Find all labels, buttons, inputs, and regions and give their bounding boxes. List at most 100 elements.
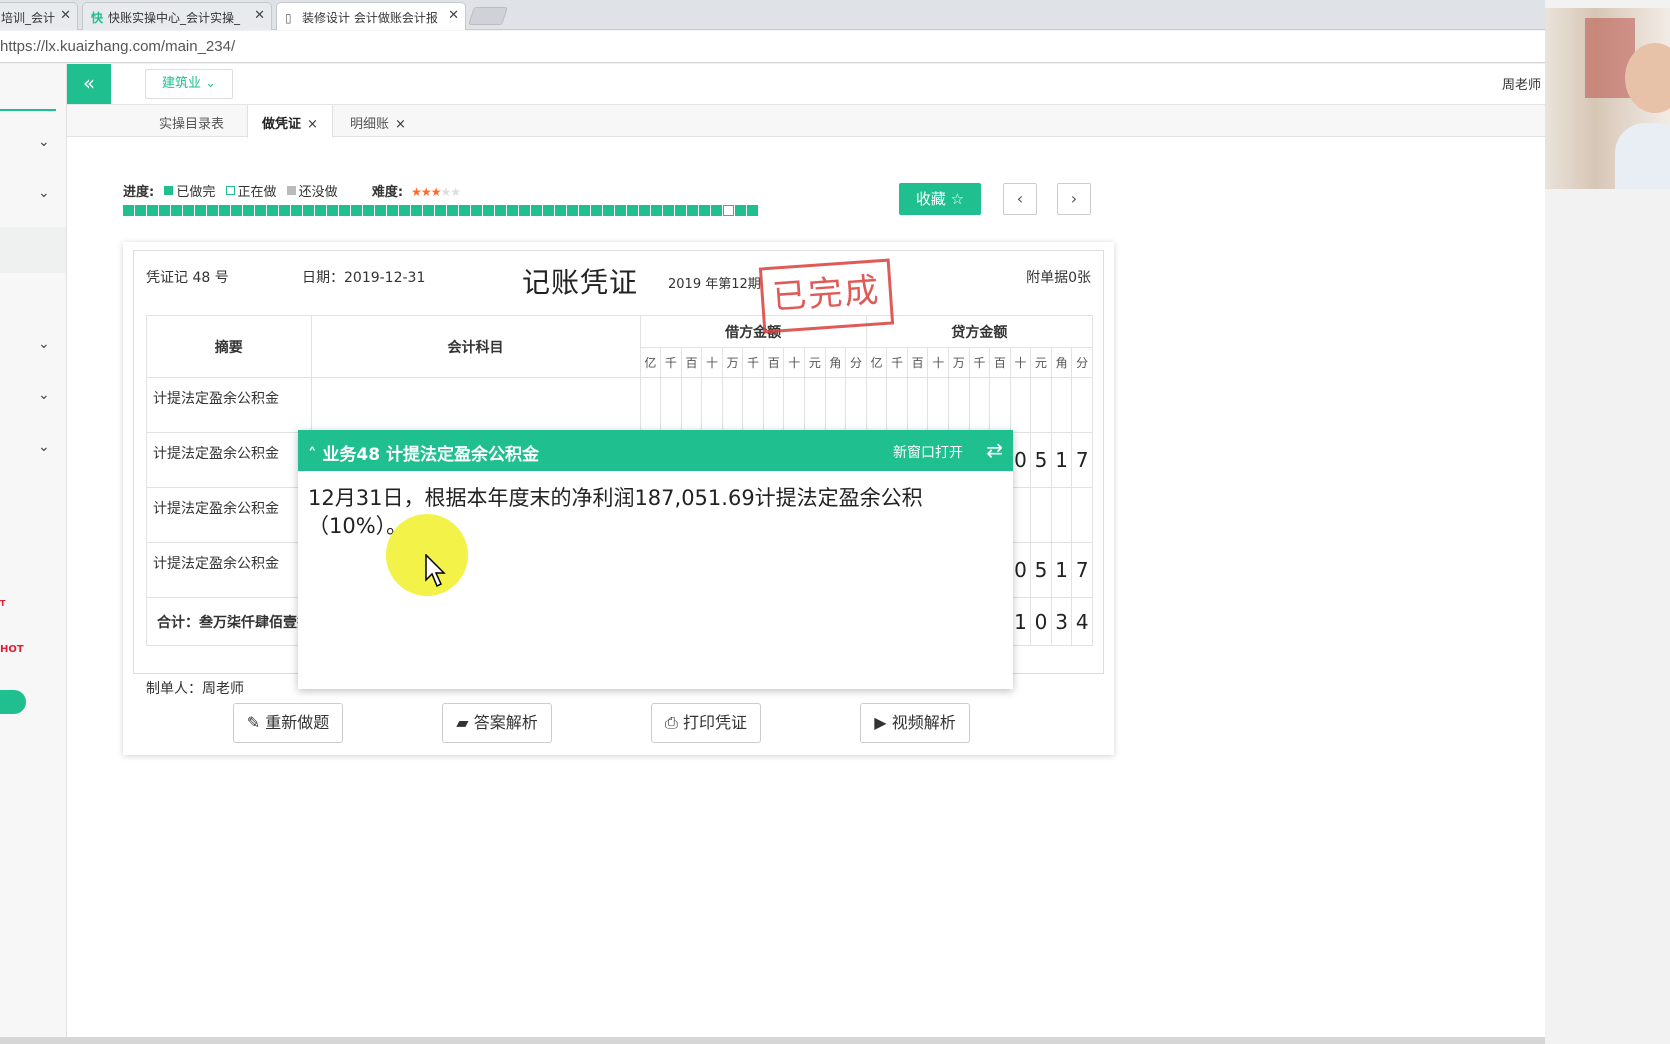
question-progress-cell[interactable] xyxy=(651,205,662,216)
prev-button[interactable]: ‹ xyxy=(1003,183,1037,215)
answer-analysis-button[interactable]: ▰ 答案解析 xyxy=(442,703,552,743)
amount-digit-cell[interactable] xyxy=(1009,377,1032,433)
amount-digit-cell[interactable]: 0 xyxy=(1009,542,1032,598)
summary-cell[interactable]: 计提法定盈余公积金 xyxy=(146,542,312,598)
sidebar-pill-button[interactable] xyxy=(0,690,26,714)
question-progress-cell[interactable] xyxy=(447,205,458,216)
question-progress-cell[interactable] xyxy=(615,205,626,216)
swap-icon[interactable]: ⇄ xyxy=(986,438,1003,462)
question-progress-cell[interactable] xyxy=(267,205,278,216)
amount-digit-cell[interactable]: 0 xyxy=(1009,432,1032,488)
question-progress-cell[interactable] xyxy=(507,205,518,216)
amount-digit-cell[interactable] xyxy=(1071,487,1093,543)
amount-digit-cell[interactable] xyxy=(906,377,929,433)
question-progress-cell[interactable] xyxy=(591,205,602,216)
amount-digit-cell[interactable] xyxy=(927,377,949,433)
question-progress-cell[interactable] xyxy=(399,205,410,216)
question-progress-cell[interactable] xyxy=(147,205,158,216)
sidebar-item-selected[interactable] xyxy=(0,227,66,273)
amount-digit-cell[interactable] xyxy=(886,377,908,433)
browser-tab-3[interactable]: ▯ 装修设计 会计做账会计报 ✕ xyxy=(276,2,466,30)
browser-tab-1[interactable]: 培训_会计 ✕ xyxy=(0,2,78,30)
question-progress-cell[interactable] xyxy=(699,205,710,216)
summary-cell[interactable]: 计提法定盈余公积金 xyxy=(146,377,312,433)
amount-digit-cell[interactable] xyxy=(968,377,991,433)
question-progress-cell[interactable] xyxy=(579,205,590,216)
amount-digit-cell[interactable] xyxy=(989,377,1011,433)
question-progress-cell[interactable] xyxy=(315,205,326,216)
amount-digit-cell[interactable] xyxy=(865,377,888,433)
video-analysis-button[interactable]: ▶ 视频解析 xyxy=(860,703,970,743)
address-bar[interactable]: https://lx.kuaizhang.com/main_234/ xyxy=(0,31,1545,63)
question-progress-cell[interactable] xyxy=(339,205,350,216)
question-progress-cell[interactable] xyxy=(555,205,566,216)
question-progress-cell[interactable] xyxy=(567,205,578,216)
question-progress-cell[interactable] xyxy=(543,205,554,216)
close-icon[interactable]: ✕ xyxy=(60,8,71,23)
amount-digit-cell[interactable] xyxy=(783,377,806,433)
favorite-button[interactable]: 收藏 ☆ xyxy=(899,183,981,215)
chevron-down-icon[interactable]: ⌄ xyxy=(38,185,50,201)
collapse-sidebar-button[interactable]: « xyxy=(67,64,111,104)
question-progress-cell[interactable] xyxy=(195,205,206,216)
chevron-up-icon[interactable]: ˄ xyxy=(308,445,317,465)
chevron-down-icon[interactable]: ⌄ xyxy=(38,387,50,403)
question-progress-cell[interactable] xyxy=(207,205,218,216)
amount-digit-cell[interactable] xyxy=(1071,377,1093,433)
amount-digit-cell[interactable] xyxy=(1050,487,1073,543)
question-progress-cell[interactable] xyxy=(135,205,146,216)
tab-catalog[interactable]: 实操目录表 xyxy=(145,105,238,137)
question-progress-cell[interactable] xyxy=(603,205,614,216)
question-progress-cell[interactable] xyxy=(735,205,746,216)
amount-digit-cell[interactable] xyxy=(660,377,682,433)
question-progress-cell[interactable] xyxy=(387,205,398,216)
question-progress-cell[interactable] xyxy=(663,205,674,216)
summary-cell[interactable]: 计提法定盈余公积金 xyxy=(146,432,312,488)
chevron-down-icon[interactable]: ⌄ xyxy=(38,336,50,352)
question-progress-cell[interactable] xyxy=(483,205,494,216)
question-progress-cell[interactable] xyxy=(279,205,290,216)
question-progress-cell[interactable] xyxy=(459,205,470,216)
industry-dropdown[interactable]: 建筑业 ⌄ xyxy=(145,69,233,99)
question-progress-cell[interactable] xyxy=(711,205,722,216)
question-progress-cell[interactable] xyxy=(303,205,314,216)
browser-tab-2[interactable]: 快快账实操中心_会计实操_ ✕ xyxy=(82,2,272,30)
new-tab-button[interactable] xyxy=(468,7,508,25)
next-button[interactable]: › xyxy=(1057,183,1091,215)
question-progress-cell[interactable] xyxy=(291,205,302,216)
question-progress-cell[interactable] xyxy=(639,205,650,216)
amount-digit-cell[interactable]: 5 xyxy=(1030,432,1052,488)
question-progress-cell[interactable] xyxy=(375,205,386,216)
redo-button[interactable]: ✎ 重新做题 xyxy=(233,703,343,743)
question-progress-cell[interactable] xyxy=(327,205,338,216)
close-icon[interactable]: ✕ xyxy=(254,8,265,23)
question-progress-cell[interactable] xyxy=(687,205,698,216)
tab-ledger[interactable]: 明细账 × xyxy=(336,105,420,137)
amount-digit-cell[interactable] xyxy=(1030,377,1052,433)
question-progress-cell[interactable] xyxy=(171,205,182,216)
amount-digit-cell[interactable] xyxy=(680,377,703,433)
open-new-window-link[interactable]: 新窗口打开 xyxy=(893,442,963,462)
question-progress-cell[interactable] xyxy=(627,205,638,216)
print-voucher-button[interactable]: ⎙ 打印凭证 xyxy=(651,703,761,743)
amount-digit-cell[interactable]: 7 xyxy=(1071,432,1093,488)
question-progress-cell[interactable] xyxy=(219,205,230,216)
close-icon[interactable]: × xyxy=(395,117,406,132)
question-progress-cell[interactable] xyxy=(159,205,170,216)
question-progress-cell[interactable] xyxy=(747,205,758,216)
amount-digit-cell[interactable]: 1 xyxy=(1050,542,1073,598)
close-icon[interactable]: × xyxy=(307,117,318,132)
amount-digit-cell[interactable] xyxy=(721,377,744,433)
amount-digit-cell[interactable] xyxy=(701,377,723,433)
question-progress-cell[interactable] xyxy=(675,205,686,216)
amount-digit-cell[interactable] xyxy=(1009,487,1032,543)
amount-digit-cell[interactable] xyxy=(1030,487,1052,543)
amount-digit-cell[interactable] xyxy=(762,377,785,433)
account-cell[interactable] xyxy=(310,377,641,433)
amount-digit-cell[interactable]: 5 xyxy=(1030,542,1052,598)
amount-digit-cell[interactable] xyxy=(639,377,662,433)
amount-digit-cell[interactable] xyxy=(824,377,847,433)
chevron-down-icon[interactable]: ⌄ xyxy=(38,439,50,455)
user-name[interactable]: 周老师 xyxy=(1502,74,1541,93)
question-progress-cell[interactable] xyxy=(183,205,194,216)
